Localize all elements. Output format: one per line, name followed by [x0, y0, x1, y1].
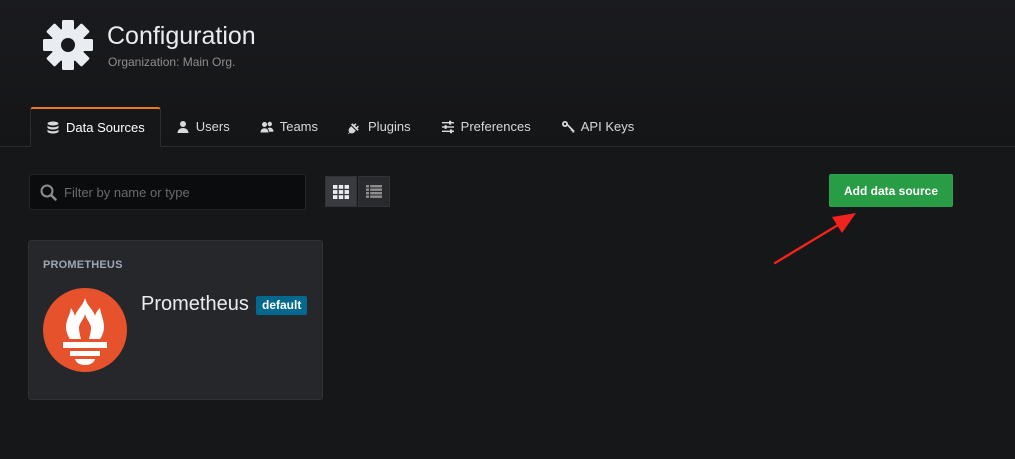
layout-toggle — [325, 176, 390, 207]
gear-icon — [43, 20, 93, 70]
database-icon — [47, 121, 59, 133]
tab-label: Preferences — [460, 119, 531, 134]
tab-preferences[interactable]: Preferences — [426, 107, 546, 146]
config-tabs: Data Sources Users Teams Plugins Prefere… — [30, 107, 649, 147]
search-input[interactable] — [64, 175, 300, 209]
tab-teams[interactable]: Teams — [245, 107, 333, 146]
user-icon — [177, 120, 189, 133]
tab-label: API Keys — [580, 119, 635, 134]
datasource-type: PROMETHEUS — [43, 259, 123, 271]
users-icon — [260, 121, 274, 132]
tab-label: Plugins — [368, 119, 411, 134]
list-view-button[interactable] — [358, 176, 390, 207]
tab-plugins[interactable]: Plugins — [333, 107, 426, 146]
plug-icon — [348, 122, 360, 134]
tab-api-keys[interactable]: API Keys — [546, 107, 649, 146]
grid-icon — [333, 184, 349, 199]
tab-users[interactable]: Users — [161, 107, 245, 146]
tab-label: Teams — [279, 119, 319, 134]
tab-data-sources[interactable]: Data Sources — [30, 107, 161, 147]
page-title: Configuration — [107, 22, 256, 50]
annotation-arrow — [773, 213, 856, 265]
page-subtitle: Organization: Main Org. — [108, 55, 236, 69]
grid-view-button[interactable] — [325, 176, 357, 207]
search-icon — [40, 184, 57, 201]
key-icon — [561, 120, 575, 133]
default-badge: default — [256, 296, 308, 315]
page-header: Configuration Organization: Main Org. Da… — [0, 0, 1015, 147]
prometheus-logo — [43, 288, 127, 372]
datasource-card[interactable]: PROMETHEUS Prometheus default — [28, 240, 323, 400]
list-icon — [366, 185, 382, 198]
tab-label: Users — [195, 119, 230, 134]
tab-label: Data Sources — [66, 120, 145, 135]
sliders-icon — [441, 120, 454, 133]
add-data-source-button[interactable]: Add data source — [829, 174, 953, 207]
search-box — [29, 174, 306, 210]
datasource-name: Prometheus — [141, 293, 249, 315]
